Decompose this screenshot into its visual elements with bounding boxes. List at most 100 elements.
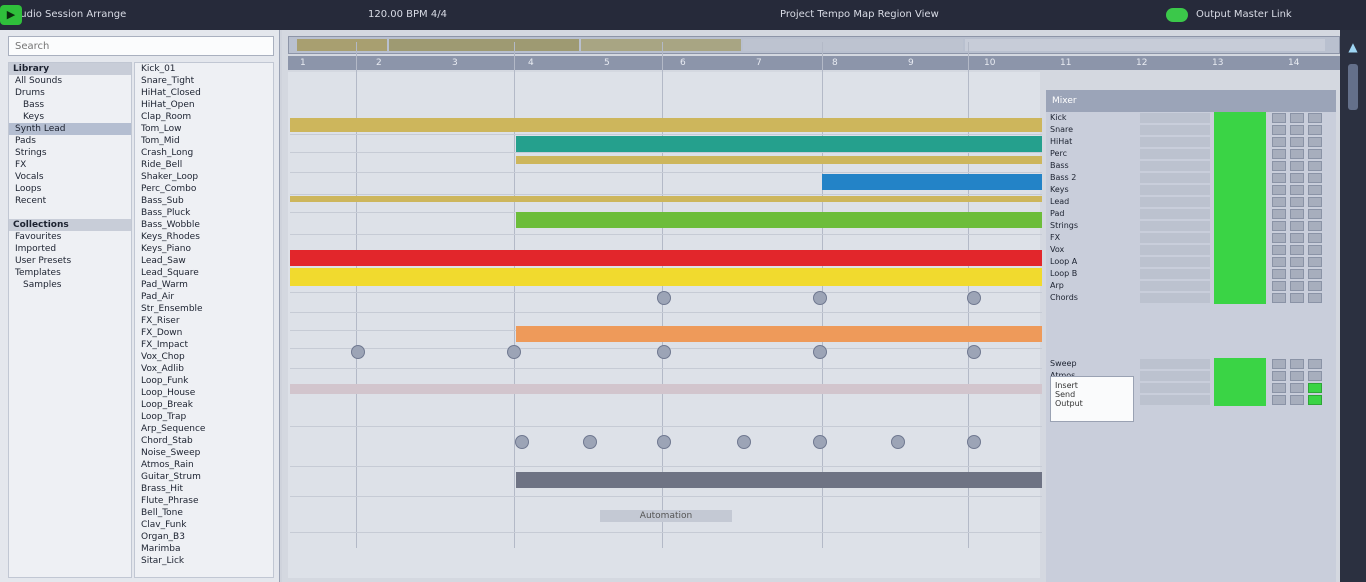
mute-button[interactable] [1272,161,1286,171]
popup-item[interactable]: Output [1055,399,1129,408]
insert-popup[interactable]: Insert Send Output [1050,376,1134,422]
automation-node[interactable] [515,435,529,449]
category-item[interactable]: User Presets [9,255,131,267]
solo-button[interactable] [1290,395,1304,405]
solo-button[interactable] [1290,209,1304,219]
automation-node[interactable] [813,435,827,449]
file-list-item[interactable]: Str_Ensemble [135,303,273,315]
mixer-channel-row[interactable]: Keys [1046,184,1336,196]
channel-send[interactable] [1140,293,1210,303]
automation-node[interactable] [967,435,981,449]
mute-button[interactable] [1272,197,1286,207]
vertical-scrollbar[interactable]: ▲ [1340,30,1366,582]
clip-region[interactable] [516,156,1042,164]
record-button[interactable] [1308,149,1322,159]
mute-button[interactable] [1272,257,1286,267]
file-list-item[interactable]: Chord_Stab [135,435,273,447]
file-list-item[interactable]: Arp_Sequence [135,423,273,435]
category-item[interactable]: Imported [9,243,131,255]
record-button[interactable] [1308,383,1322,393]
bar-ruler[interactable]: 1 2 3 4 5 6 7 8 9 10 11 12 13 14 [288,56,1340,70]
mixer-channel-row[interactable]: Bass [1046,160,1336,172]
category-item[interactable]: Vocals [9,171,131,183]
solo-button[interactable] [1290,371,1304,381]
solo-button[interactable] [1290,359,1304,369]
solo-button[interactable] [1290,281,1304,291]
mixer-channel-row[interactable]: Kick [1046,112,1336,124]
record-button[interactable] [1308,113,1322,123]
channel-send[interactable] [1140,161,1210,171]
solo-button[interactable] [1290,383,1304,393]
solo-button[interactable] [1290,149,1304,159]
record-button[interactable] [1308,233,1322,243]
file-list-item[interactable]: Guitar_Strum [135,471,273,483]
automation-node[interactable] [657,435,671,449]
file-list-item[interactable]: Organ_B3 [135,531,273,543]
channel-send[interactable] [1140,395,1210,405]
mute-button[interactable] [1272,359,1286,369]
category-item[interactable]: Favourites [9,231,131,243]
mute-button[interactable] [1272,245,1286,255]
search-input[interactable] [8,36,274,56]
clip-region[interactable] [290,268,1042,286]
mute-button[interactable] [1272,269,1286,279]
file-list-item[interactable]: Crash_Long [135,147,273,159]
record-button[interactable] [1308,173,1322,183]
file-list-item[interactable]: HiHat_Open [135,99,273,111]
file-list-item[interactable]: Pad_Air [135,291,273,303]
mute-button[interactable] [1272,293,1286,303]
channel-send[interactable] [1140,245,1210,255]
file-list-item[interactable]: Keys_Rhodes [135,231,273,243]
mute-button[interactable] [1272,221,1286,231]
file-list-item[interactable]: Snare_Tight [135,75,273,87]
record-button[interactable] [1308,269,1322,279]
mixer-channel-row[interactable]: Vox [1046,244,1336,256]
mute-button[interactable] [1272,209,1286,219]
file-list-item[interactable]: Bell_Tone [135,507,273,519]
automation-strip[interactable] [516,472,1042,488]
channel-send[interactable] [1140,209,1210,219]
record-button[interactable] [1308,197,1322,207]
record-button[interactable] [1308,293,1322,303]
record-button[interactable] [1308,245,1322,255]
file-list-item[interactable]: Perc_Combo [135,183,273,195]
file-list-item[interactable]: Vox_Chop [135,351,273,363]
automation-node[interactable] [813,345,827,359]
automation-node[interactable] [737,435,751,449]
solo-button[interactable] [1290,257,1304,267]
channel-send[interactable] [1140,359,1210,369]
file-list-item[interactable]: Clav_Funk [135,519,273,531]
category-item[interactable]: Pads [9,135,131,147]
mixer-channel-row[interactable]: FX [1046,232,1336,244]
mixer-channel-row[interactable]: Sweep [1046,358,1336,370]
clip-region[interactable] [516,136,1042,152]
file-list-item[interactable]: Sitar_Lick [135,555,273,567]
file-list-item[interactable]: Shaker_Loop [135,171,273,183]
automation-node[interactable] [967,345,981,359]
solo-button[interactable] [1290,161,1304,171]
category-item[interactable]: Keys [9,111,131,123]
popup-item[interactable]: Send [1055,390,1129,399]
solo-button[interactable] [1290,221,1304,231]
file-list-item[interactable]: Tom_Mid [135,135,273,147]
solo-button[interactable] [1290,245,1304,255]
record-button[interactable] [1308,125,1322,135]
channel-send[interactable] [1140,221,1210,231]
play-icon[interactable]: ▶ [0,5,22,25]
clip-region[interactable] [822,174,1042,190]
link-toggle[interactable] [1166,8,1188,22]
category-item[interactable]: Templates [9,267,131,279]
mute-button[interactable] [1272,113,1286,123]
solo-button[interactable] [1290,173,1304,183]
mixer-channel-row[interactable]: Arp [1046,280,1336,292]
file-list-item[interactable]: FX_Down [135,327,273,339]
solo-button[interactable] [1290,185,1304,195]
solo-button[interactable] [1290,293,1304,303]
channel-send[interactable] [1140,281,1210,291]
record-button[interactable] [1308,257,1322,267]
solo-button[interactable] [1290,269,1304,279]
solo-button[interactable] [1290,125,1304,135]
file-list-item[interactable]: Loop_Funk [135,375,273,387]
channel-send[interactable] [1140,173,1210,183]
file-list-item[interactable]: Clap_Room [135,111,273,123]
